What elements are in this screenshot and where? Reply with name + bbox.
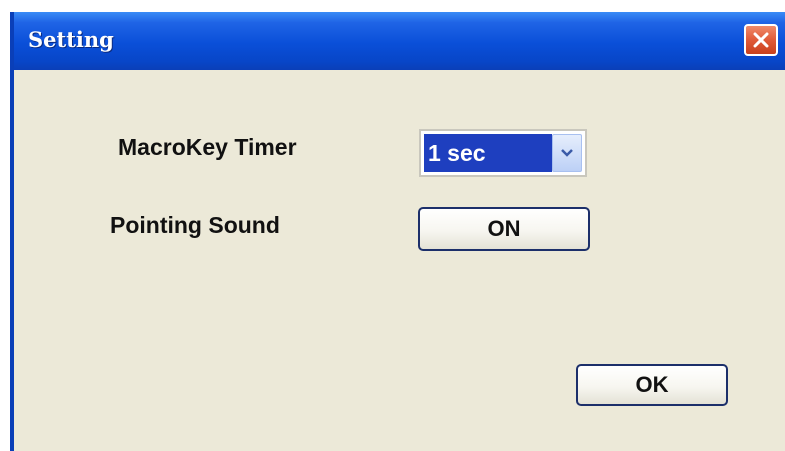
macrokey-timer-label: MacroKey Timer [118, 134, 297, 160]
macrokey-timer-value: 1 sec [424, 134, 552, 172]
dropdown-button[interactable] [552, 134, 582, 172]
macrokey-timer-select[interactable]: 1 sec [419, 129, 587, 177]
setting-dialog: Setting MacroKey Timer 1 sec Pointing So… [10, 12, 785, 451]
pointing-sound-toggle[interactable]: ON [418, 207, 590, 251]
window-title: Setting [28, 27, 114, 52]
close-icon [753, 32, 769, 48]
pointing-sound-label: Pointing Sound [110, 212, 280, 238]
ok-button[interactable]: OK [576, 364, 728, 406]
close-button[interactable] [744, 24, 778, 56]
title-bar[interactable]: Setting [14, 12, 785, 70]
chevron-down-icon [561, 149, 573, 157]
